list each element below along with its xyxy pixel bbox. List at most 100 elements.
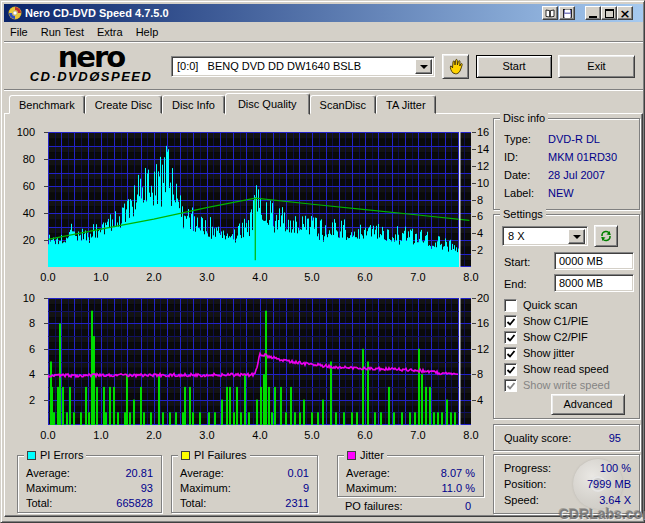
checkbox-box[interactable]: [504, 379, 517, 392]
checkbox-label: Show C1/PIE: [523, 315, 588, 328]
drive-select[interactable]: [0:0] BENQ DVD DD DW1640 BSLB: [171, 56, 435, 77]
tab-ta-jitter[interactable]: TA Jitter: [376, 95, 436, 114]
axis-tick: [44, 323, 48, 324]
checkbox-box[interactable]: [504, 299, 517, 312]
speed-select-value: 8 X: [508, 230, 525, 242]
disc-date-value: 28 Jul 2007: [548, 169, 605, 181]
maximize-icon: [605, 9, 614, 18]
axis-tick: [472, 149, 476, 150]
disc-id-label: ID:: [504, 151, 518, 163]
axis-tick: [44, 240, 48, 241]
close-icon: ×: [620, 8, 631, 19]
position-value: 7999 MB: [587, 478, 631, 490]
speed-label: Speed:: [504, 494, 539, 506]
axis-tick-label: 20: [5, 234, 35, 246]
axis-tick: [472, 400, 476, 401]
axis-tick: [472, 183, 476, 184]
scan-end-field[interactable]: 8000 MB: [554, 274, 634, 292]
checkbox-label: Show write speed: [523, 379, 610, 392]
chevron-down-icon: [420, 65, 428, 69]
disc-date-label: Date:: [504, 169, 530, 181]
checkbox-box[interactable]: [504, 363, 517, 376]
eject-hand-button[interactable]: [442, 54, 469, 79]
axis-tick: [472, 233, 476, 234]
checkbox-label: Quick scan: [523, 299, 577, 312]
close-button[interactable]: ×: [617, 6, 633, 20]
stat-label: Total:: [180, 497, 206, 509]
axis-tick: [44, 159, 48, 160]
pi-errors-group-label: PI Errors: [40, 449, 83, 461]
speed-value: 3.64 X: [599, 494, 631, 506]
pi-errors-group: PI Errors Average:20.81 Maximum:93 Total…: [17, 455, 162, 513]
speed-select-arrow-button[interactable]: [568, 229, 585, 244]
advanced-button[interactable]: Advanced: [551, 394, 625, 415]
axis-tick: [472, 323, 476, 324]
drive-select-arrow-button[interactable]: [415, 59, 432, 74]
jitter-group-title: Jitter: [344, 449, 387, 461]
separator: [4, 89, 643, 91]
axis-tick-label: 10: [5, 292, 35, 304]
axis-tick-label: 3.0: [192, 271, 222, 283]
pi-errors-group-title: PI Errors: [24, 449, 86, 461]
axis-tick-label: 2.0: [139, 429, 169, 441]
scan-end-label: End:: [504, 278, 527, 290]
checkbox-label: Show jitter: [523, 347, 574, 360]
check-icon: [506, 333, 516, 343]
exit-button[interactable]: Exit: [558, 55, 635, 78]
disc-info-group-title: Disc info: [500, 112, 548, 124]
disc-info-group-label: Disc info: [503, 112, 545, 124]
axis-tick: [472, 250, 476, 251]
scan-start-field[interactable]: 0000 MB: [554, 252, 634, 270]
settings-group-title: Settings: [500, 208, 546, 220]
axis-tick-label: 3.0: [192, 429, 222, 441]
disc-label-value: NEW: [548, 187, 574, 199]
pi-errors-legend-swatch: [27, 451, 36, 460]
progress-label: Progress:: [504, 462, 551, 474]
drive-select-value: [0:0] BENQ DVD DD DW1640 BSLB: [177, 60, 361, 72]
menu-extra[interactable]: Extra: [91, 24, 130, 40]
progress-value: 100 %: [600, 462, 631, 474]
settings-group: Settings 8 X Start: 0000 MB End: 8000 MB…: [493, 214, 640, 419]
minimize-button[interactable]: [585, 6, 601, 20]
pi-failures-group-label: PI Failures: [194, 449, 247, 461]
titlebar-help-button[interactable]: [542, 6, 558, 20]
pi-failures-legend-swatch: [181, 451, 190, 460]
axis-tick-label: 2.0: [139, 271, 169, 283]
axis-tick: [472, 132, 476, 133]
menu-run-test[interactable]: Run Test: [35, 24, 91, 40]
speed-select[interactable]: 8 X: [502, 226, 588, 246]
start-button[interactable]: Start: [476, 55, 552, 78]
scan-start-value: 0000 MB: [559, 255, 603, 267]
tab-scandisc[interactable]: ScanDisc: [310, 95, 376, 114]
checkbox-box[interactable]: [504, 347, 517, 360]
axis-tick-label: 7.0: [403, 429, 433, 441]
axis-tick-label: 1.0: [86, 429, 116, 441]
title-bar[interactable]: Nero CD-DVD Speed 4.7.5.0 ×: [4, 4, 643, 22]
tab-benchmark[interactable]: Benchmark: [9, 95, 85, 114]
axis-tick-label: 40: [5, 207, 35, 219]
tab-disc-info[interactable]: Disc Info: [162, 95, 225, 114]
checkbox-box[interactable]: [504, 315, 517, 328]
tab-create-disc[interactable]: Create Disc: [85, 95, 162, 114]
refresh-button[interactable]: [594, 225, 618, 247]
checkbox-box[interactable]: [504, 331, 517, 344]
stat-value: 9: [303, 482, 309, 494]
tab-disc-quality[interactable]: Disc Quality: [225, 93, 310, 115]
minimize-icon: [589, 16, 597, 18]
save-icon: [563, 9, 572, 18]
progress-group: Progress:100 % Position:7999 MB Speed:3.…: [493, 454, 640, 514]
check-icon: [506, 349, 516, 359]
check-icon: [506, 317, 516, 327]
axis-tick: [44, 400, 48, 401]
maximize-button[interactable]: [601, 6, 617, 20]
axis-tick: [44, 349, 48, 350]
quality-score-label: Quality score:: [504, 432, 571, 444]
stat-value: 0.01: [288, 467, 309, 479]
stat-label: Average:: [180, 467, 224, 479]
po-failures-label: PO failures:: [345, 500, 402, 512]
menu-bar: File Run Test Extra Help: [4, 22, 643, 41]
menu-file[interactable]: File: [4, 24, 35, 40]
menu-help[interactable]: Help: [130, 24, 166, 40]
titlebar-save-button[interactable]: [559, 6, 575, 20]
axis-tick: [44, 132, 48, 133]
